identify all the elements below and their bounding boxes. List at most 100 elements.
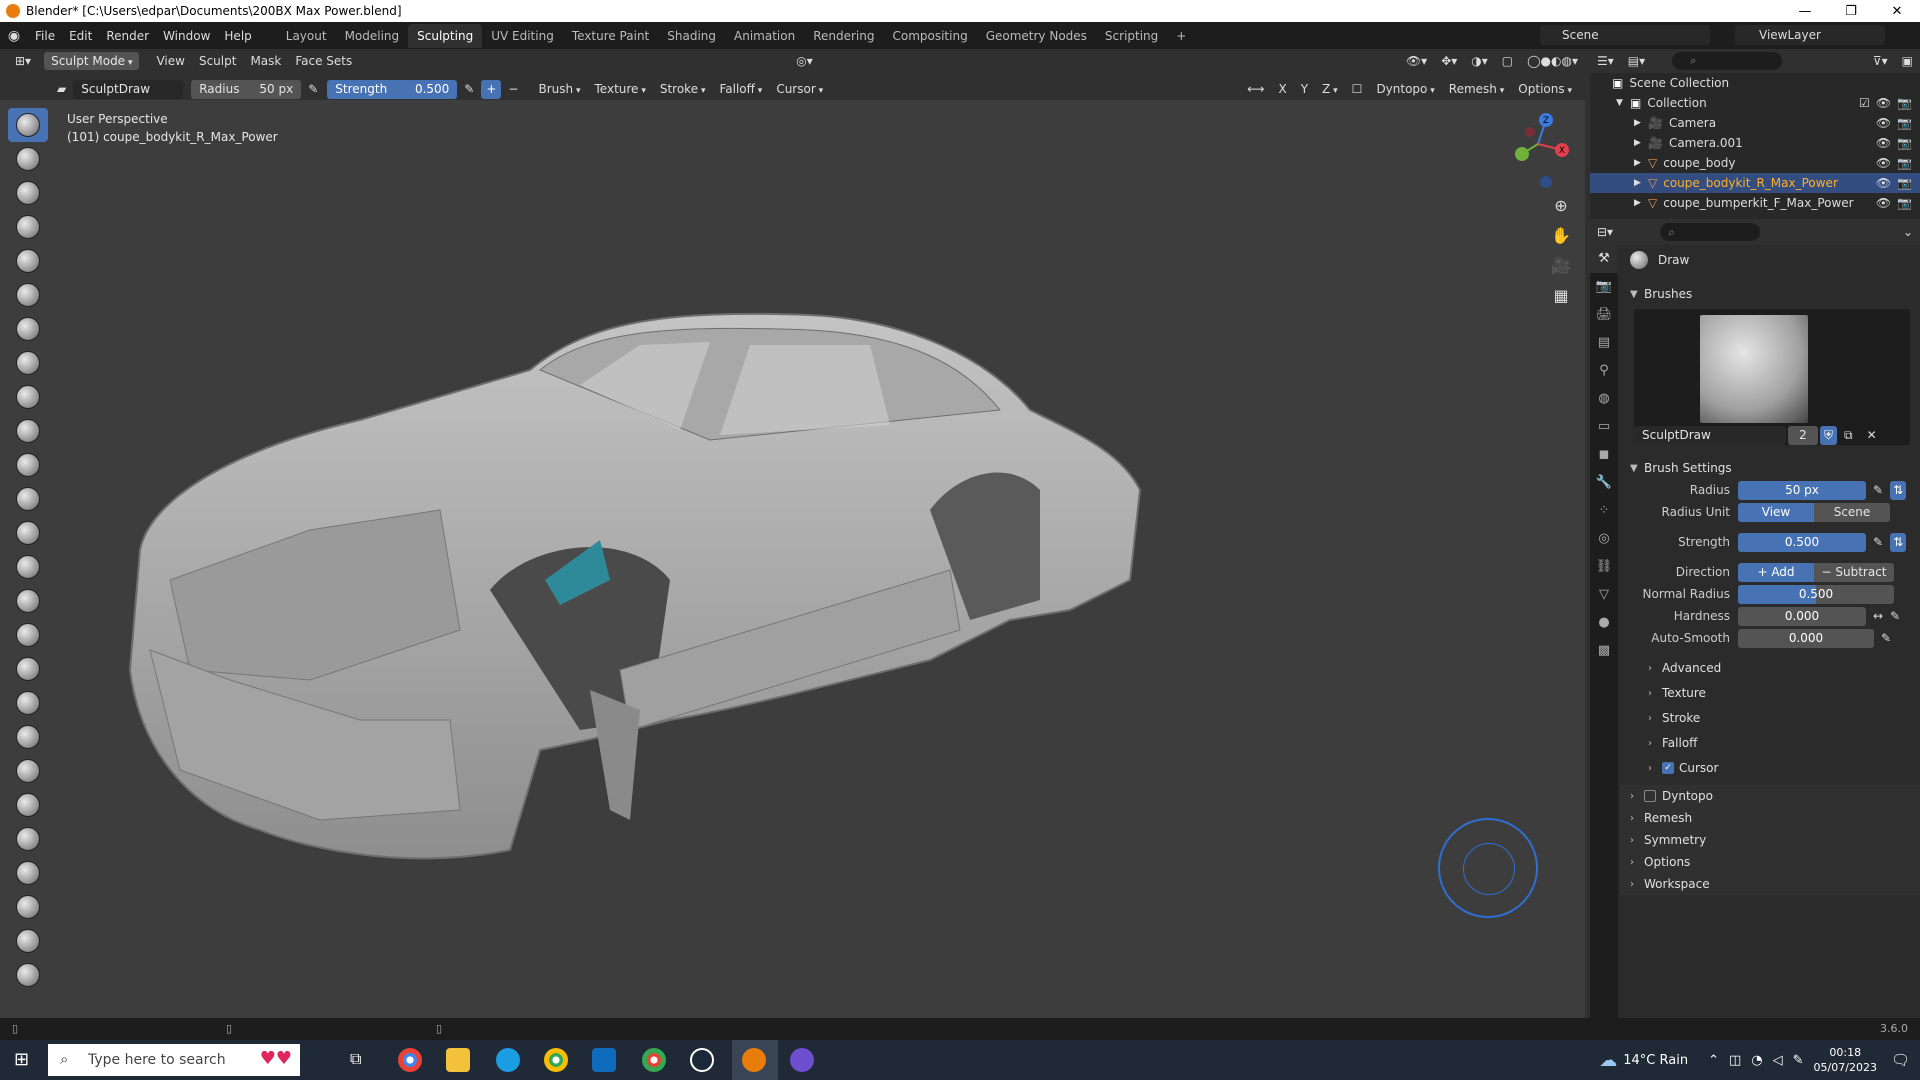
pivot-icon[interactable]: ◎▾ [789,52,820,70]
blender-menu-icon[interactable]: ◉ [0,28,28,44]
radius-unit-view-button[interactable]: View [1738,502,1814,522]
subpanel-advanced[interactable]: › Advanced [1620,657,1920,679]
menu-render[interactable]: Render [99,29,156,43]
tab-data-icon[interactable]: ▽ [1590,581,1618,609]
panel-workspace[interactable]: › Workspace [1620,873,1920,895]
direction-subtract-icon[interactable]: − [501,80,525,98]
panel-dyntopo[interactable]: › Dyntopo [1620,785,1920,807]
render-camera-icon[interactable]: 📷 [1897,116,1912,130]
visibility-eye-icon[interactable]: 👁 [1876,176,1891,190]
radius-pressure-icon[interactable]: ✎ [301,80,325,98]
tool-draw-sharp[interactable] [8,142,48,176]
render-camera-icon[interactable]: 📷 [1897,156,1912,170]
chrome-profile-icon[interactable] [544,1048,568,1072]
pan-hand-icon[interactable]: ✋ [1548,226,1574,256]
tool-elastic-deform[interactable] [8,652,48,686]
tool-blob[interactable] [8,346,48,380]
cursor-menu[interactable]: Cursor [769,80,830,98]
tool-pinch[interactable] [8,584,48,618]
axis-z-toggle[interactable]: Z [1315,80,1345,98]
tab-uv-editing[interactable]: UV Editing [482,24,563,48]
xray-icon[interactable]: ▢ [1495,52,1520,70]
radius-field[interactable]: 50 px [1738,480,1866,500]
mode-selector[interactable]: Sculpt Mode [44,52,140,70]
mail-icon[interactable] [592,1048,616,1072]
symmetry-icon[interactable]: ⟷ [1240,80,1271,98]
weather-text[interactable]: 14°C Rain [1623,1053,1688,1068]
tab-modifiers-icon[interactable]: 🔧 [1590,469,1618,497]
tab-render-icon[interactable]: 📷 [1590,273,1618,301]
ortho-grid-icon[interactable]: ▦ [1548,286,1574,316]
tab-constraints-icon[interactable]: ⛓ [1590,553,1618,581]
view-layer-selector[interactable]: ViewLayer [1735,25,1885,45]
close-icon[interactable]: ✕ [1874,4,1920,19]
chrome-alt-icon[interactable] [642,1048,666,1072]
zoom-icon[interactable]: ⊕ [1548,196,1574,226]
visibility-icon[interactable]: 👁▾ [1399,52,1434,70]
texture-menu[interactable]: Texture [588,80,653,98]
header-radius-field[interactable]: Radius 50 px [191,79,302,99]
tool-snake-hook[interactable] [8,686,48,720]
fake-user-shield-icon[interactable]: ⛨ [1820,425,1838,445]
auto-smooth-pressure-icon[interactable]: ✎ [1874,629,1898,647]
tab-particles-icon[interactable]: ⁘ [1590,497,1618,525]
include-checkbox[interactable]: ☑ [1859,96,1870,110]
tab-tool-icon[interactable]: ⚒ [1590,245,1618,273]
menu-help[interactable]: Help [217,29,258,43]
duplicate-brush-icon[interactable]: ⧉ [1837,426,1860,445]
tray-chevron-icon[interactable]: ⌃ [1708,1053,1719,1068]
visibility-eye-icon[interactable]: 👁 [1876,136,1891,150]
add-workspace-icon[interactable]: + [1167,24,1195,48]
tab-sculpting[interactable]: Sculpting [408,23,483,48]
tab-geometry-nodes[interactable]: Geometry Nodes [977,24,1096,48]
tab-output-icon[interactable]: 🖨 [1590,301,1618,329]
tool-pose[interactable] [8,754,48,788]
subpanel-cursor[interactable]: › ✓ Cursor [1620,757,1920,779]
tab-texture-icon[interactable]: ▩ [1590,637,1618,665]
render-camera-icon[interactable]: 📷 [1897,96,1912,110]
network-icon[interactable]: ◫ [1729,1053,1741,1068]
menu-window[interactable]: Window [156,29,217,43]
discord-icon[interactable] [790,1048,814,1072]
tool-slide-relax[interactable] [8,856,48,890]
hardness-pressure-icon[interactable]: ✎ [1890,609,1900,623]
tool-draw[interactable] [8,108,48,142]
expand-arrow-icon[interactable]: ▶ [1634,138,1648,148]
maximize-icon[interactable]: ❐ [1828,4,1874,19]
render-camera-icon[interactable]: 📷 [1897,136,1912,150]
menu-mask[interactable]: Mask [243,52,288,70]
tab-object-icon[interactable]: ◼ [1590,441,1618,469]
new-collection-icon[interactable]: ▣ [1895,52,1920,70]
tree-item-coupe-bodykit[interactable]: ▶ ▽ coupe_bodykit_R_Max_Power 👁 📷 [1590,173,1920,193]
navigation-gizmo[interactable]: Z X [1500,112,1570,192]
edge-icon[interactable] [496,1048,520,1072]
collapse-arrow-icon[interactable]: ▼ [1616,98,1630,108]
expand-arrow-icon[interactable]: ▶ [1634,118,1648,128]
brush-icon[interactable]: ▰ [50,80,73,98]
tool-clay[interactable] [8,176,48,210]
brush-users-count[interactable]: 2 [1788,425,1818,445]
subpanel-falloff[interactable]: › Falloff [1620,732,1920,754]
tool-inflate[interactable] [8,312,48,346]
tab-shading[interactable]: Shading [658,24,725,48]
menu-view[interactable]: View [149,52,191,70]
tool-cloth[interactable] [8,924,48,958]
menu-edit[interactable]: Edit [62,29,99,43]
expand-arrow-icon[interactable]: ▶ [1634,198,1648,208]
radius-unit-scene-button[interactable]: Scene [1814,502,1890,522]
brush-name-field[interactable]: SculptDraw [73,79,184,99]
gizmo-neg-x-icon[interactable] [1525,127,1535,137]
render-camera-icon[interactable]: 📷 [1897,196,1912,210]
car-model[interactable] [110,250,1260,900]
brush-preview-box[interactable]: SculptDraw 2 ⛨ ⧉ ✕ [1634,309,1910,445]
stroke-menu[interactable]: Stroke [653,80,713,98]
panel-options[interactable]: › Options [1620,851,1920,873]
falloff-menu[interactable]: Falloff [712,80,769,98]
tool-clay-thumb[interactable] [8,244,48,278]
visibility-eye-icon[interactable]: 👁 [1876,116,1891,130]
brush-settings-panel-header[interactable]: ▼ Brush Settings [1620,457,1920,479]
options-menu[interactable]: Options [1511,80,1579,98]
tab-scene-icon[interactable]: ⚲ [1590,357,1618,385]
wifi-icon[interactable]: ◔ [1751,1053,1762,1068]
brush-thumbnail[interactable] [1700,315,1808,423]
